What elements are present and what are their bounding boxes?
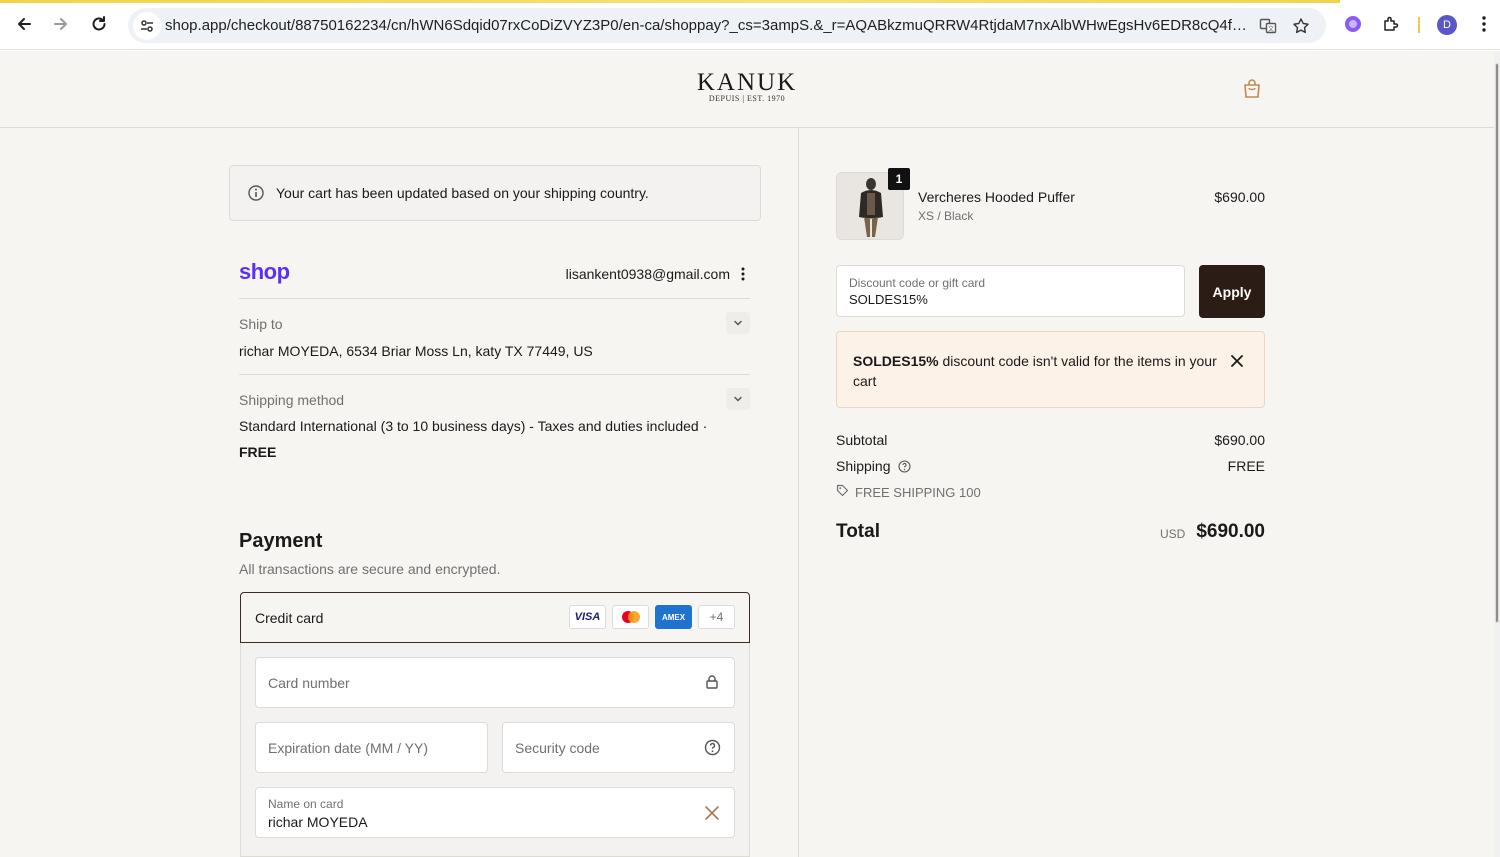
puzzle-icon[interactable]: [1377, 10, 1405, 38]
back-icon[interactable]: [10, 10, 38, 38]
browser-toolbar: shop.app/checkout/88750162234/cn/hWN6Sdq…: [0, 0, 1500, 50]
shipping-method-description: Standard International (3 to 10 business…: [239, 418, 708, 434]
shipping-method-price: FREE: [239, 444, 277, 460]
site-header: KANUK DEPUIS | EST. 1970: [0, 51, 1494, 128]
product-variant: XS / Black: [918, 209, 974, 223]
shipping-value: FREE: [1227, 458, 1265, 474]
tag-icon: [836, 484, 849, 500]
page-load-progress: [0, 0, 1340, 3]
visa-icon: VISA: [569, 605, 606, 629]
svg-text:文: 文: [1268, 25, 1274, 33]
bookmark-star-icon[interactable]: [1287, 12, 1315, 40]
shop-pay-logo: shop: [239, 259, 290, 284]
clear-icon[interactable]: [703, 804, 721, 822]
ship-to-address: richar MOYEDA, 6534 Briar Moss Ln, katy …: [239, 343, 593, 359]
subtotal-value: $690.00: [1214, 432, 1265, 448]
subtotal-label: Subtotal: [836, 432, 888, 448]
ship-to-label: Ship to: [239, 316, 283, 332]
notice-text: Your cart has been updated based on your…: [276, 185, 649, 201]
mastercard-icon: [612, 605, 649, 629]
total-label: Total: [836, 521, 880, 542]
amex-icon: AMEX: [655, 605, 692, 629]
card-number-placeholder: Card number: [268, 675, 350, 691]
forward-icon[interactable]: [47, 10, 75, 38]
name-on-card-label: Name on card: [268, 797, 344, 811]
product-name: Vercheres Hooded Puffer: [918, 189, 1075, 205]
help-icon[interactable]: [703, 738, 721, 756]
menu-icon[interactable]: [1470, 10, 1498, 38]
discount-error-code: SOLDES15%: [853, 353, 939, 369]
discount-code-label: Discount code or gift card: [849, 276, 986, 290]
credit-card-label: Credit card: [255, 610, 324, 626]
checkout-page: KANUK DEPUIS | EST. 1970 Your cart has b…: [0, 51, 1494, 857]
credit-card-option[interactable]: Credit card VISA AMEX +4: [240, 592, 750, 643]
security-code-field[interactable]: Security code: [502, 722, 735, 773]
cart-updated-notice: Your cart has been updated based on your…: [229, 165, 761, 221]
translate-icon[interactable]: 文: [1254, 12, 1282, 40]
site-settings-icon[interactable]: [133, 12, 161, 40]
discount-error-message: SOLDES15% discount code isn't valid for …: [853, 351, 1223, 391]
shipping-method-label: Shipping method: [239, 392, 345, 408]
account-menu-icon[interactable]: [735, 264, 751, 284]
brand-name: KANUK: [696, 69, 798, 96]
name-on-card-value: richar MOYEDA: [268, 814, 368, 830]
url-text[interactable]: shop.app/checkout/88750162234/cn/hWN6Sdq…: [165, 17, 1250, 34]
section-divider: [239, 298, 750, 299]
payment-subtitle: All transactions are secure and encrypte…: [239, 561, 501, 577]
lock-icon: [703, 673, 721, 691]
shipping-discount-code: FREE SHIPPING 100: [855, 484, 981, 500]
quantity-badge: 1: [888, 168, 910, 190]
total-amount: $690.00: [1196, 521, 1265, 542]
scrollbar-thumb[interactable]: [1495, 63, 1499, 623]
discount-error-banner: SOLDES15% discount code isn't valid for …: [836, 331, 1265, 408]
profile-avatar[interactable]: D: [1437, 15, 1457, 35]
shipping-discount-tag: FREE SHIPPING 100: [836, 484, 981, 500]
store-logo[interactable]: KANUK DEPUIS | EST. 1970: [690, 69, 804, 103]
apply-discount-button[interactable]: Apply: [1199, 265, 1265, 318]
ship-to-chevron-icon[interactable]: [726, 312, 750, 334]
extension-icon[interactable]: [1339, 10, 1367, 38]
subtotal-row: Subtotal $690.00: [836, 432, 1265, 448]
shipping-label: Shipping: [836, 458, 891, 474]
shipping-row: Shipping FREE: [836, 458, 1265, 476]
account-email: lisankent0938@gmail.com: [565, 266, 730, 282]
discount-code-value: SOLDES15%: [849, 292, 928, 307]
name-on-card-field[interactable]: Name on card richar MOYEDA: [255, 787, 735, 838]
expiration-date-field[interactable]: Expiration date (MM / YY): [255, 722, 488, 773]
close-icon[interactable]: [1227, 351, 1247, 371]
card-logos: VISA AMEX +4: [569, 605, 735, 629]
info-icon: [247, 184, 265, 202]
shipping-method-chevron-icon[interactable]: [726, 388, 750, 410]
toolbar-divider: [1418, 17, 1420, 33]
card-number-field[interactable]: Card number: [255, 657, 735, 708]
security-code-placeholder: Security code: [515, 740, 600, 756]
discount-code-field[interactable]: Discount code or gift card SOLDES15%: [836, 265, 1185, 317]
column-divider: [798, 128, 799, 857]
shopping-bag-icon[interactable]: [1240, 77, 1264, 101]
address-bar[interactable]: shop.app/checkout/88750162234/cn/hWN6Sdq…: [128, 8, 1326, 43]
product-price: $690.00: [1214, 189, 1265, 205]
section-divider: [239, 374, 750, 375]
reload-icon[interactable]: [85, 10, 113, 38]
payment-title: Payment: [239, 530, 323, 552]
total-currency: USD: [1160, 527, 1186, 541]
more-cards-badge: +4: [698, 605, 735, 629]
expiration-date-placeholder: Expiration date (MM / YY): [268, 740, 429, 756]
scrollbar[interactable]: [1494, 51, 1500, 857]
shipping-help-icon[interactable]: [898, 460, 911, 476]
